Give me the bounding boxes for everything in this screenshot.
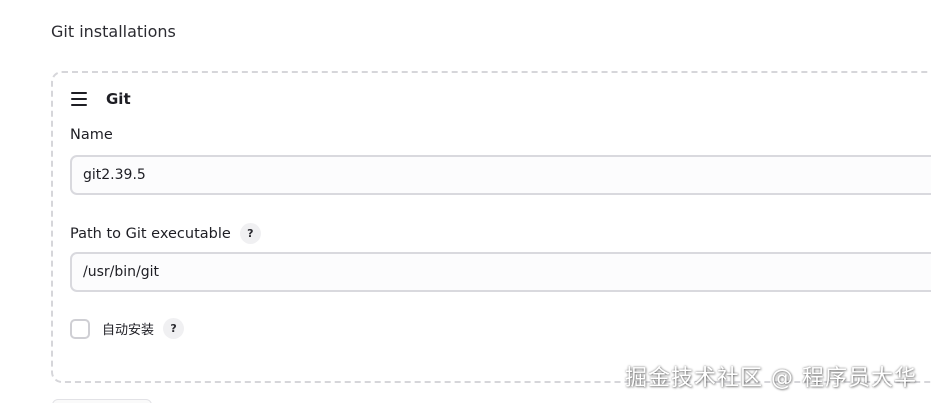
path-label-text: Path to Git executable — [70, 225, 231, 242]
auto-install-help-icon[interactable]: ? — [163, 318, 185, 339]
installation-title: Git — [106, 90, 131, 108]
auto-install-checkbox[interactable] — [70, 318, 90, 339]
path-field-label: Path to Git executable ? — [70, 223, 261, 244]
path-to-git-input[interactable] — [70, 252, 931, 292]
section-title: Git installations — [51, 22, 176, 41]
auto-install-label[interactable]: 自动安装 — [102, 319, 154, 338]
add-git-button[interactable] — [52, 399, 152, 403]
installation-header: Git — [71, 89, 131, 109]
auto-install-row: 自动安装 ? — [70, 318, 185, 339]
name-input[interactable] — [70, 155, 931, 195]
drag-handle-icon[interactable] — [71, 92, 89, 106]
git-installation-panel: Git Name Path to Git executable ? 自动安装 ? — [51, 71, 931, 383]
name-label-text: Name — [70, 127, 113, 143]
name-field-label: Name — [70, 127, 113, 143]
path-help-icon[interactable]: ? — [239, 223, 261, 244]
tool-configuration-page: Git installations Git Name Path to Git e… — [0, 0, 931, 403]
watermark: 掘金技术社区 @ 程序员大华 — [625, 366, 917, 391]
